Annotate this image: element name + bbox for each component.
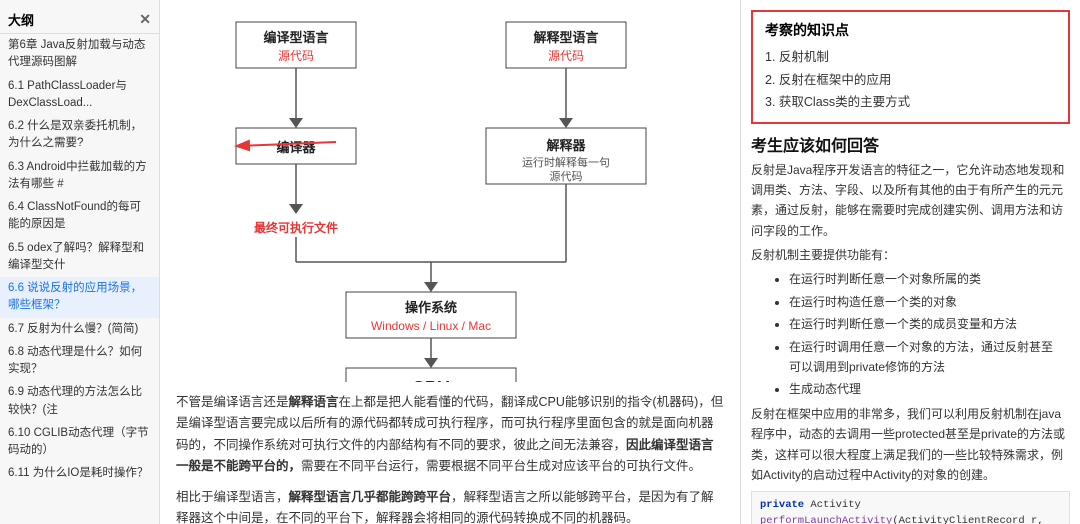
- svg-text:源代码: 源代码: [278, 49, 314, 63]
- sidebar-item-0[interactable]: 第6章 Java反射加载与动态代理源码图解: [0, 34, 159, 75]
- svg-text:源代码: 源代码: [548, 49, 584, 63]
- sidebar-item-3[interactable]: 6.3 Android中拦截加载的方法有哪些 #: [0, 156, 159, 197]
- diagram-svg: 编译型语言 源代码 解释型语言 源代码 编译器 解释器 运行时解释每一句 源代码: [176, 12, 736, 382]
- bullet-list: 在运行时判断任意一个对象所属的类 在运行时构造任意一个类的对象 在运行时判断任意…: [769, 269, 1070, 399]
- svg-text:操作系统: 操作系统: [405, 300, 457, 315]
- right-para-3: 反射在框架中应用的非常多，我们可以利用反射机制在java程序中，动态的去调用一些…: [751, 404, 1070, 486]
- knowledge-item-1: 1. 反射机制: [765, 46, 1056, 69]
- sidebar-header: 大纲 ✕: [0, 4, 159, 34]
- sidebar-item-4[interactable]: 6.4 ClassNotFound的每可能的原因是: [0, 196, 159, 237]
- svg-text:编译型语言: 编译型语言: [263, 30, 328, 45]
- sidebar-item-10[interactable]: 6.10 CGLIB动态代理（字节码动的）: [0, 422, 159, 463]
- bullet-3: 在运行时调用任意一个对象的方法，通过反射甚至可以调用到private修饰的方法: [789, 337, 1060, 378]
- sidebar-item-7[interactable]: 6.7 反射为什么慢？(简简): [0, 318, 159, 341]
- diagram-wrapper: 编译型语言 源代码 解释型语言 源代码 编译器 解释器 运行时解释每一句 源代码: [176, 12, 724, 382]
- bullet-0: 在运行时判断任意一个对象所属的类: [789, 269, 1060, 289]
- how-to-answer-title: 考生应该如何回答: [751, 132, 1070, 156]
- desc-paragraph-2: 相比于编译型语言，解释型语言几乎都能跨跨平台，解释型语言之所以能够跨平台，是因为…: [176, 487, 724, 524]
- knowledge-title: 考察的知识点: [765, 20, 1056, 40]
- right-panel: 考察的知识点 1. 反射机制 2. 反射在框架中的应用 3. 获取Class类的…: [740, 0, 1080, 524]
- sidebar-title: 大纲: [8, 10, 34, 29]
- sidebar: 大纲 ✕ 第6章 Java反射加载与动态代理源码图解 6.1 PathClass…: [0, 0, 160, 524]
- bullet-2: 在运行时判断任意一个类的成员变量和方法: [789, 314, 1060, 334]
- bullet-4: 生成动态代理: [789, 379, 1060, 399]
- sidebar-item-8[interactable]: 6.8 动态代理是什么？如何实现？: [0, 341, 159, 382]
- main-content: 编译型语言 源代码 解释型语言 源代码 编译器 解释器 运行时解释每一句 源代码: [160, 0, 740, 524]
- svg-text:CPU: CPU: [412, 378, 450, 382]
- knowledge-item-2: 2. 反射在框架中的应用: [765, 69, 1056, 92]
- sidebar-item-1[interactable]: 6.1 PathClassLoader与DexClassLoad...: [0, 75, 159, 116]
- knowledge-box: 考察的知识点 1. 反射机制 2. 反射在框架中的应用 3. 获取Class类的…: [751, 10, 1070, 124]
- right-para-1: 反射是Java程序开发语言的特征之一，它允许动态地发现和调用类、方法、字段、以及…: [751, 160, 1070, 242]
- sidebar-item-6[interactable]: 6.6 说说反射的应用场景，哪些框架？: [0, 277, 159, 318]
- right-para-2: 反射机制主要提供功能有：: [751, 245, 1070, 265]
- svg-text:最终可执行文件: 最终可执行文件: [254, 220, 338, 235]
- svg-text:运行时解释每一句: 运行时解释每一句: [522, 155, 610, 169]
- sidebar-item-9[interactable]: 6.9 动态代理的方法怎么比较快？(注: [0, 381, 159, 422]
- sidebar-item-5[interactable]: 6.5 odex了解吗？解释型和编译型交什: [0, 237, 159, 278]
- svg-text:解释型语言: 解释型语言: [532, 30, 598, 45]
- svg-text:源代码: 源代码: [550, 169, 583, 183]
- sidebar-item-2[interactable]: 6.2 什么是双亲委托机制，为什么之需要?: [0, 115, 159, 156]
- code-block-1: private Activity performLaunchActivity(A…: [751, 491, 1070, 524]
- desc-paragraph-1: 不管是编译语言还是解释语言在上都是把人能看懂的代码，翻译成CPU能够识别的指令(…: [176, 392, 724, 477]
- bullet-1: 在运行时构造任意一个类的对象: [789, 292, 1060, 312]
- knowledge-item-3: 3. 获取Class类的主要方式: [765, 91, 1056, 114]
- sidebar-close-button[interactable]: ✕: [139, 11, 151, 28]
- sidebar-item-11[interactable]: 6.11 为什么IO是耗时操作？: [0, 462, 159, 485]
- svg-text:Windows / Linux / Mac: Windows / Linux / Mac: [371, 319, 491, 333]
- svg-text:解释器: 解释器: [545, 138, 586, 153]
